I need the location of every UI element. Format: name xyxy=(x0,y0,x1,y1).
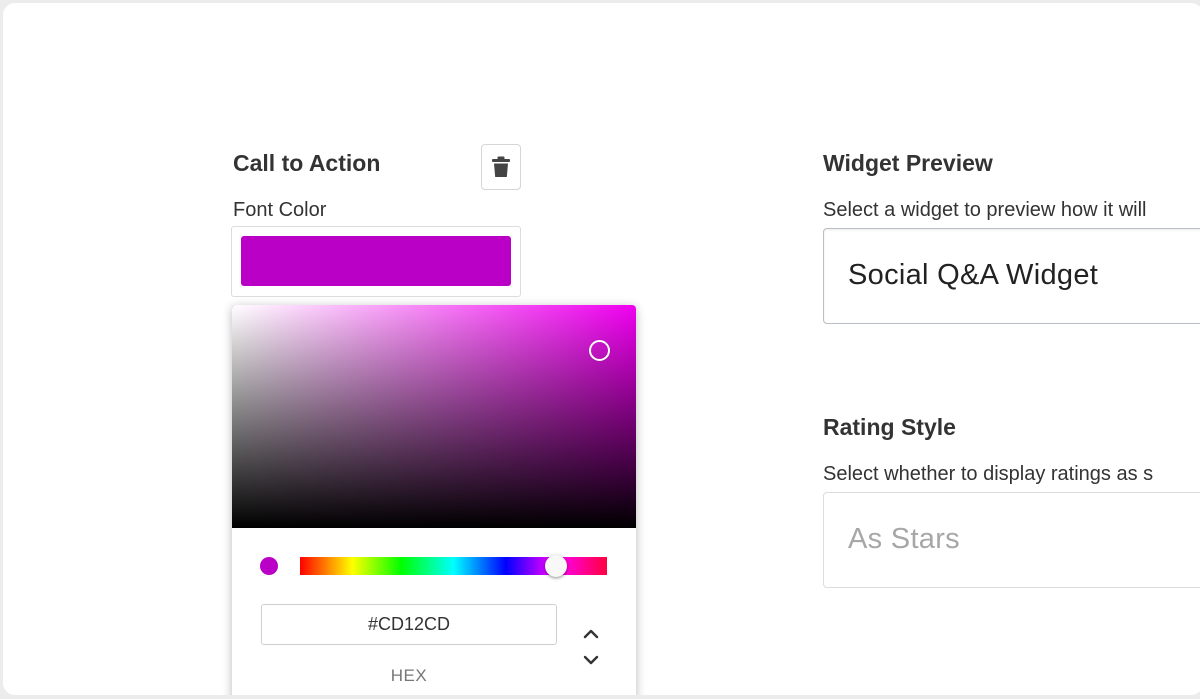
hue-slider-thumb[interactable] xyxy=(545,555,567,577)
call-to-action-title: Call to Action xyxy=(233,150,381,176)
rating-style-select[interactable]: As Stars xyxy=(823,492,1200,588)
current-color-preview xyxy=(260,557,278,575)
widget-preview-description: Select a widget to preview how it will xyxy=(823,199,1147,221)
saturation-area[interactable] xyxy=(232,305,636,528)
rating-style-description: Select whether to display ratings as s xyxy=(823,463,1154,485)
font-color-label: Font Color xyxy=(233,199,327,221)
color-picker-popover: HEX xyxy=(232,305,636,695)
hex-input[interactable] xyxy=(261,604,557,645)
rating-style-title: Rating Style xyxy=(823,414,956,440)
settings-panel: Call to Action Font Color HEX xyxy=(3,3,1200,695)
chevron-up-icon xyxy=(583,629,599,639)
rating-style-select-value: As Stars xyxy=(848,523,960,555)
chevron-down-icon xyxy=(583,655,599,665)
trash-icon xyxy=(492,156,510,177)
widget-preview-title: Widget Preview xyxy=(823,150,993,176)
widget-select-value: Social Q&A Widget xyxy=(848,259,1099,291)
font-color-swatch-button[interactable] xyxy=(231,226,521,297)
color-mode-toggle[interactable] xyxy=(580,629,602,665)
font-color-swatch xyxy=(241,236,511,286)
widget-select[interactable]: Social Q&A Widget xyxy=(823,228,1200,324)
saturation-cursor[interactable] xyxy=(589,340,610,361)
hex-label: HEX xyxy=(390,666,428,685)
delete-button[interactable] xyxy=(481,144,521,190)
